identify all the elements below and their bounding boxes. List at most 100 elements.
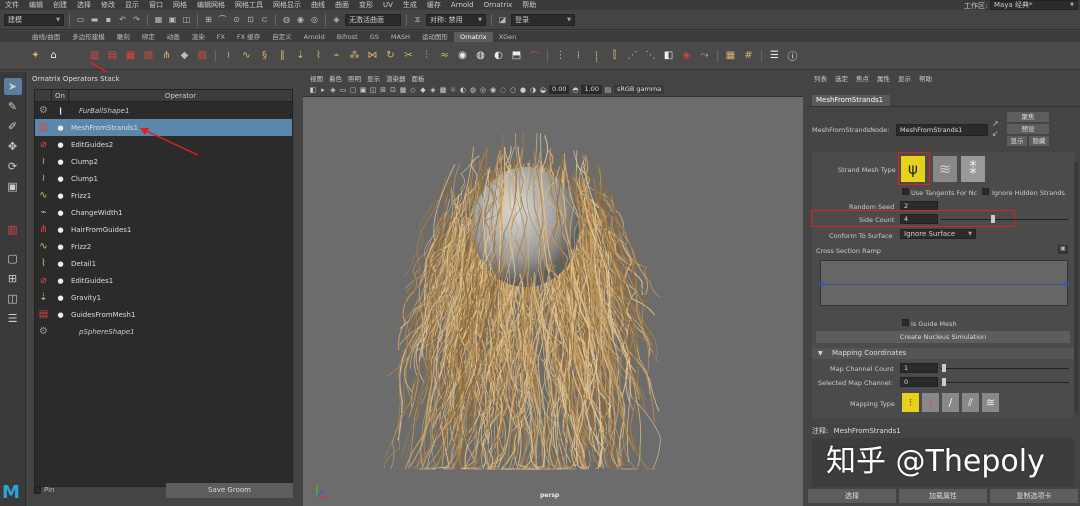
menu-modify[interactable]: 修改 — [96, 0, 120, 10]
grid-toggle-icon[interactable]: ▦ — [399, 86, 407, 94]
pin-toggle[interactable]: Pin — [34, 486, 54, 494]
node-name-field[interactable]: MeshFromStrands1 — [896, 124, 988, 136]
ramp-expand-icon[interactable]: ▣ — [1058, 245, 1068, 254]
image-plane-icon[interactable]: ▭ — [339, 86, 347, 94]
live-surface-field[interactable]: 无激活曲面 — [345, 13, 401, 26]
is-guide-mesh-checkbox[interactable] — [902, 319, 909, 326]
menu-display[interactable]: 显示 — [120, 0, 144, 10]
lasso-tool-icon[interactable]: ✎ — [4, 98, 22, 115]
folder-icon[interactable]: ▭ — [75, 14, 86, 25]
mapping-section-header[interactable]: ▼ Mapping Coordinates — [812, 348, 1074, 359]
menu-edit-mesh[interactable]: 编辑网格 — [192, 0, 230, 10]
scatter-icon[interactable]: ⁂ — [347, 48, 362, 63]
tab-poly-modeling[interactable]: 多边形建模 — [66, 32, 111, 42]
render-settings-icon[interactable]: ◎ — [309, 14, 320, 25]
noise-icon[interactable]: ≈ — [437, 48, 452, 63]
eye-icon[interactable]: ● — [52, 209, 69, 217]
flat-strand-type-icon[interactable]: ψ — [901, 156, 925, 182]
enabled-marker-icon[interactable]: ❙ — [52, 107, 69, 115]
gravity-shelf-icon[interactable]: ⇣ — [293, 48, 308, 63]
eye-icon[interactable]: ● — [52, 226, 69, 234]
select-button[interactable]: 选择 — [808, 489, 896, 503]
tab-mash[interactable]: MASH — [385, 32, 416, 42]
isolate-icon[interactable]: ◌ — [499, 86, 507, 94]
hair-sim-icon[interactable]: ⌒ — [527, 48, 542, 63]
vp-menu-renderer[interactable]: 渲染器 — [383, 73, 409, 83]
operator-row[interactable]: ⋔ ● HairFromGuides1 — [35, 221, 292, 238]
selected-map-slider-track[interactable] — [941, 382, 1069, 383]
tab-sculpting[interactable]: 雕刻 — [111, 32, 136, 42]
physics-icon[interactable]: ◈ — [679, 48, 694, 63]
rotate-icon[interactable]: ↻ — [383, 48, 398, 63]
operator-row[interactable]: ⌀ ● EditGuides1 — [35, 272, 292, 289]
paint-select-icon[interactable]: ✐ — [4, 118, 22, 135]
mapping-type-b-icon[interactable]: ⁞ — [922, 393, 939, 412]
mapping-type-e-icon[interactable]: ≋ — [982, 393, 999, 412]
arrow-left-icon[interactable]: ↙ — [992, 129, 999, 138]
film-gate-icon[interactable]: ▢ — [349, 86, 357, 94]
menu-file[interactable]: 文件 — [0, 0, 24, 10]
vp-menu-show[interactable]: 显示 — [364, 73, 383, 83]
operator-row[interactable]: ⌇ ● Detail1 — [35, 255, 292, 272]
magnet-icon[interactable]: ⊂ — [259, 14, 270, 25]
eye-icon[interactable]: ● — [52, 158, 69, 166]
bookmark-icon[interactable]: ◈ — [329, 86, 337, 94]
menu-curves[interactable]: 曲线 — [306, 0, 330, 10]
vp-menu-panels[interactable]: 面板 — [409, 73, 428, 83]
mapping-type-c-icon[interactable]: / — [942, 393, 959, 412]
ground-strands-icon[interactable]: ▧ — [141, 48, 156, 63]
select-object-icon[interactable]: ▣ — [167, 14, 178, 25]
ipr-icon[interactable]: ◉ — [295, 14, 306, 25]
copy-tab-button[interactable]: 复制选项卡 — [990, 489, 1078, 503]
hash-icon[interactable]: # — [741, 48, 756, 63]
symmetry-select[interactable]: 对称: 禁用 ▼ — [426, 13, 486, 26]
tab-ornatrix[interactable]: Ornatrix — [453, 32, 493, 42]
cache-icon[interactable]: ◍ — [473, 48, 488, 63]
symmetry-icon[interactable]: ⧖ — [412, 14, 423, 25]
tab-rigging[interactable]: 绑定 — [136, 32, 161, 42]
hair-from-guides-shelf-icon[interactable]: ⋔ — [159, 48, 174, 63]
strand-group-icon[interactable]: ⋮ — [553, 48, 568, 63]
gamma-field[interactable]: 1.00 — [581, 85, 602, 94]
ignore-hidden-checkbox[interactable] — [982, 188, 989, 195]
cross-section-ramp[interactable] — [819, 260, 1069, 306]
map-channel-count-field[interactable]: 1 — [900, 363, 938, 373]
operator-row[interactable]: ⚙ ❙ FurBallShape1 — [35, 102, 292, 119]
live-surface-icon[interactable]: ◈ — [331, 14, 342, 25]
ramp-point[interactable] — [819, 281, 824, 286]
mapping-type-d-icon[interactable]: ⫽ — [962, 393, 979, 412]
guides-icon[interactable]: ⌂ — [46, 48, 61, 63]
create-nucleus-button[interactable]: Create Nucleus Simulation — [816, 331, 1070, 343]
four-view-icon[interactable]: ⊞ — [4, 270, 22, 287]
edit-guides-shelf-icon[interactable]: ▦ — [123, 48, 138, 63]
proxy-strand-type-icon[interactable]: ⁑ — [961, 156, 985, 182]
symmetry-shelf-icon[interactable]: ⋱ — [643, 48, 658, 63]
snap-grid-icon[interactable]: ⊞ — [203, 14, 214, 25]
gamma-icon[interactable]: ◓ — [571, 86, 579, 94]
use-tangents-checkbox[interactable] — [902, 188, 909, 195]
snap-point-icon[interactable]: ⊙ — [231, 14, 242, 25]
load-attributes-button[interactable]: 加载属性 — [899, 489, 987, 503]
tab-xgen[interactable]: XGen — [493, 32, 523, 42]
backface-icon[interactable]: ◑ — [529, 86, 537, 94]
vp-menu-lighting[interactable]: 照明 — [345, 73, 364, 83]
hide-button[interactable]: 隐藏 — [1029, 136, 1049, 146]
side-count-slider-track[interactable] — [941, 219, 1069, 220]
render-settings-shelf-icon[interactable]: ◉ — [455, 48, 470, 63]
filter-icon[interactable]: ⫿ — [607, 48, 622, 63]
side-count-field[interactable]: 4 — [900, 214, 938, 224]
operator-row[interactable]: ⌁ ● ChangeWidth1 — [35, 204, 292, 221]
show-button[interactable]: 显示 — [1007, 136, 1027, 146]
menu-arnold[interactable]: Arnold — [446, 1, 479, 9]
info-icon[interactable]: ⓘ — [785, 48, 800, 63]
ao-icon[interactable]: ◍ — [469, 86, 477, 94]
brush-icon[interactable]: ◆ — [177, 48, 192, 63]
tab-motion-graphics[interactable]: 运动图形 — [416, 32, 454, 42]
redo-icon[interactable]: ↷ — [131, 14, 142, 25]
menu-select[interactable]: 选择 — [72, 0, 96, 10]
tab-custom[interactable]: 自定义 — [266, 32, 298, 42]
tab-animation[interactable]: 动画 — [161, 32, 186, 42]
tab-rendering[interactable]: 渲染 — [186, 32, 211, 42]
undo-icon[interactable]: ↶ — [117, 14, 128, 25]
vp-menu-view[interactable]: 视图 — [307, 73, 326, 83]
